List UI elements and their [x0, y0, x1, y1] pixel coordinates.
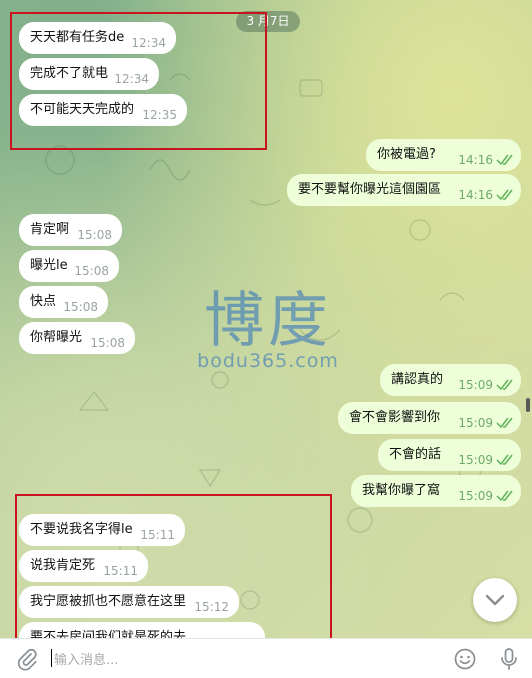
double-check-icon [496, 154, 513, 166]
double-check-icon [496, 417, 513, 429]
message-outgoing[interactable]: 會不會影響到你 15:09 [338, 402, 521, 434]
highlight-box [15, 494, 332, 638]
watermark-logo: 博度 [204, 286, 332, 356]
message-incoming[interactable]: 你帮曝光 15:08 [19, 322, 135, 354]
message-incoming[interactable]: 快点 15:08 [19, 286, 108, 318]
message-text: 快点 [30, 294, 57, 309]
message-text: 你帮曝光 [30, 330, 83, 345]
double-check-icon [496, 454, 513, 466]
scroll-to-bottom-button[interactable] [473, 578, 517, 622]
message-time: 15:08 [77, 228, 112, 242]
message-input[interactable] [52, 648, 436, 672]
microphone-icon[interactable] [496, 646, 522, 672]
message-time: 15:08 [63, 300, 98, 314]
highlight-box [10, 12, 267, 150]
double-check-icon [496, 189, 513, 201]
message-incoming[interactable]: 肯定啊 15:08 [19, 214, 122, 246]
message-text: 曝光le [30, 258, 68, 273]
double-check-icon [496, 490, 513, 502]
message-outgoing[interactable]: 你被電過? 14:16 [366, 139, 521, 171]
message-time: 14:16 [458, 188, 493, 202]
message-time: 15:08 [90, 336, 125, 350]
message-composer [0, 638, 532, 678]
message-text: 肯定啊 [30, 222, 70, 237]
attach-icon[interactable] [14, 646, 40, 672]
message-time: 15:09 [458, 489, 493, 503]
message-text: 要不要幫你曝光這個園區 [298, 182, 442, 197]
message-outgoing[interactable]: 不會的話 15:09 [378, 439, 521, 471]
message-text: 我幫你曝了窩 [362, 483, 441, 498]
message-text: 講認真的 [391, 372, 444, 387]
message-text: 不會的話 [389, 447, 442, 462]
message-time: 14:16 [458, 153, 493, 167]
chevron-down-icon [485, 594, 505, 606]
message-outgoing[interactable]: 講認真的 15:09 [380, 364, 521, 396]
message-outgoing[interactable]: 要不要幫你曝光這個園區 14:16 [287, 174, 521, 206]
message-time: 15:08 [74, 264, 109, 278]
emoji-icon[interactable] [452, 646, 478, 672]
chat-background: 3 月7日 天天都有任务de 12:34 完成不了就电 12:34 不可能天天完… [0, 0, 532, 638]
message-incoming[interactable]: 曝光le 15:08 [19, 250, 119, 282]
message-time: 15:09 [458, 416, 493, 430]
message-outgoing[interactable]: 我幫你曝了窩 15:09 [351, 475, 521, 507]
message-time: 15:09 [458, 453, 493, 467]
double-check-icon [496, 379, 513, 391]
watermark-url: bodu365.com [197, 350, 339, 372]
message-time: 15:09 [458, 378, 493, 392]
watermark: 博度 bodu365.com [188, 286, 348, 372]
scrollbar-thumb[interactable] [526, 398, 530, 412]
message-text: 你被電過? [377, 147, 436, 162]
message-text: 會不會影響到你 [349, 410, 441, 425]
